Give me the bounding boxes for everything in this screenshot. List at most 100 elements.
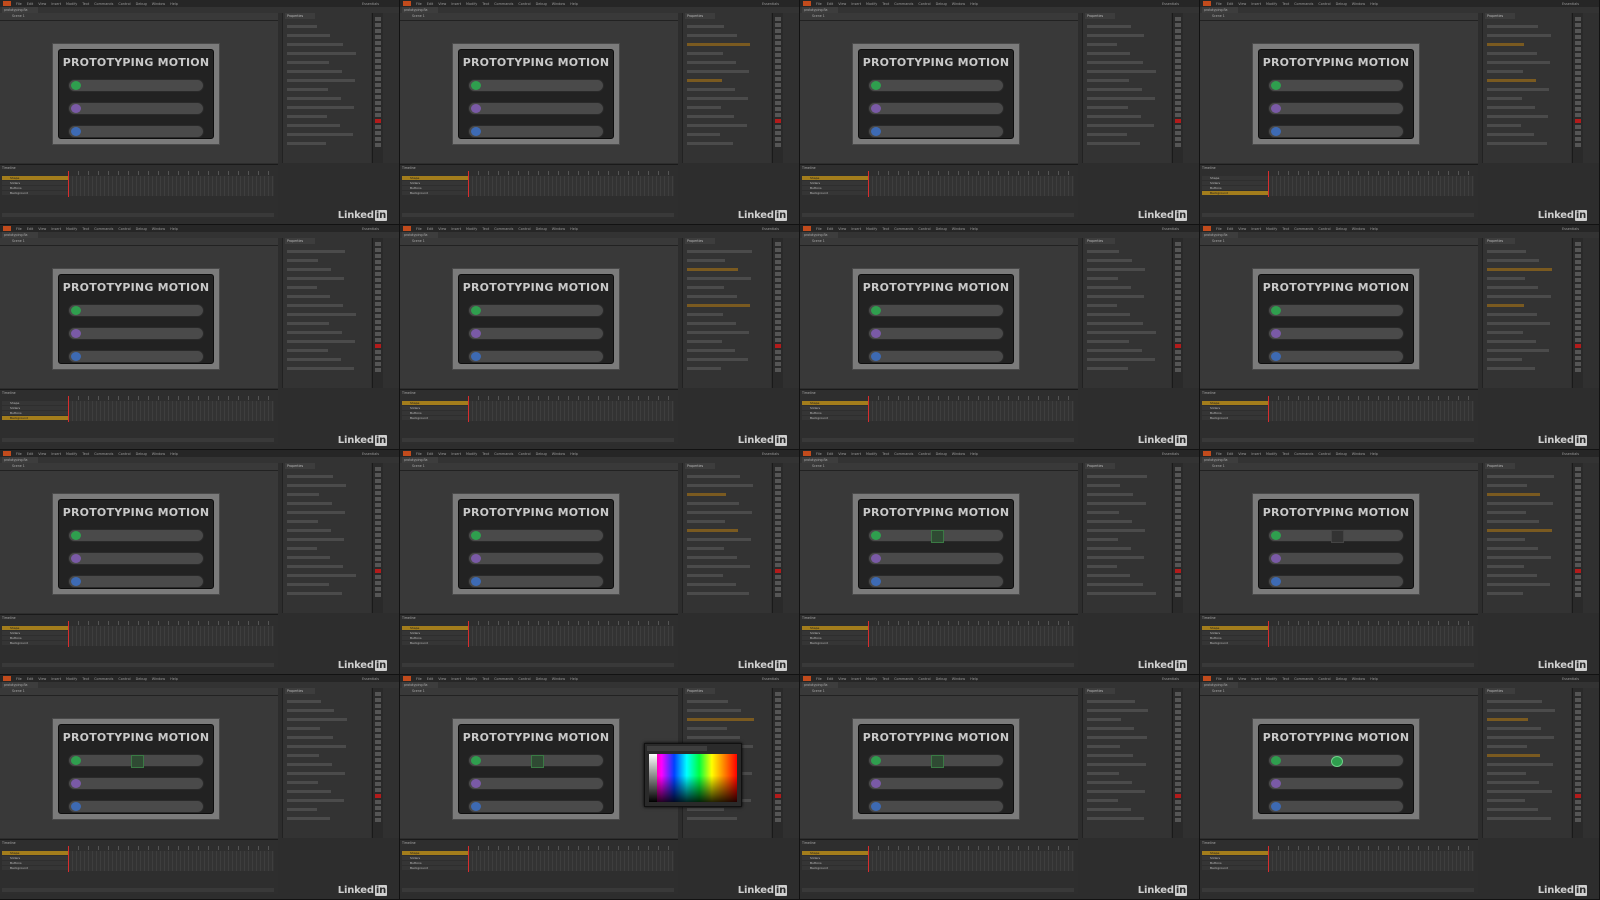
tool-icon[interactable] [1175,527,1181,531]
menu-item[interactable]: Debug [536,677,547,681]
tool-icon[interactable] [1575,527,1581,531]
tool-icon[interactable] [775,716,781,720]
tool-icon[interactable] [1575,41,1581,45]
property-field[interactable] [287,115,327,118]
tool-icon[interactable] [375,338,381,342]
playhead[interactable] [68,396,69,422]
slider-track-purple[interactable] [468,552,604,565]
property-field[interactable] [1087,322,1143,325]
tool-icon[interactable] [775,479,781,483]
tool-icon[interactable] [375,794,381,798]
tool-icon[interactable] [1175,545,1181,549]
tool-icon[interactable] [1175,716,1181,720]
timeline-ruler[interactable] [1268,621,1474,625]
properties-tab[interactable]: Properties [285,238,315,244]
menu-item[interactable]: File [1216,2,1222,6]
property-field[interactable] [687,349,735,352]
property-field[interactable] [687,727,727,730]
timeline-ruler[interactable] [1268,171,1474,175]
property-field[interactable] [287,313,356,316]
drawn-rectangle[interactable] [131,755,144,768]
property-field[interactable] [287,574,356,577]
stage[interactable]: PROTOTYPING MOTION [52,493,220,595]
slider-knob[interactable] [1271,531,1281,540]
property-field[interactable] [287,538,344,541]
stage-area[interactable]: PROTOTYPING MOTION [400,471,678,613]
frame-grid[interactable] [1268,401,1474,421]
tool-icon[interactable] [1575,308,1581,312]
menu-item[interactable]: Insert [51,227,61,231]
slider-track-purple[interactable] [468,327,604,340]
menu-item[interactable]: Control [1318,452,1330,456]
tool-icon[interactable] [1175,734,1181,738]
slider-knob[interactable] [471,802,481,811]
property-field[interactable] [687,556,737,559]
slider-track-green[interactable] [68,754,204,768]
menu-item[interactable]: Insert [851,227,861,231]
property-field[interactable] [1087,700,1135,703]
menu-item[interactable]: Debug [936,2,947,6]
tool-icon[interactable] [1175,53,1181,57]
tool-icon[interactable] [375,527,381,531]
layer-row[interactable]: Background [802,416,868,420]
workspace-switcher[interactable]: Essentials [762,677,779,681]
menu-item[interactable]: Insert [1251,452,1261,456]
slider-knob[interactable] [1271,802,1281,811]
property-field[interactable] [287,52,356,55]
property-field[interactable] [287,106,354,109]
menu-item[interactable]: Insert [51,452,61,456]
menu-item[interactable]: Commands [494,452,513,456]
menu-item[interactable]: Edit [827,677,834,681]
layer-row[interactable]: Shape [402,401,468,405]
menu-item[interactable]: Modify [1266,452,1277,456]
tool-icon[interactable] [1175,818,1181,822]
tool-icon[interactable] [1575,563,1581,567]
property-field[interactable] [1487,124,1521,127]
property-field[interactable] [1487,277,1525,280]
tool-icon[interactable] [1575,248,1581,252]
property-field[interactable] [1087,493,1133,496]
tool-icon[interactable] [375,266,381,270]
tool-icon[interactable] [775,764,781,768]
property-field[interactable] [287,529,331,532]
layer-row[interactable]: Sliders [2,856,68,860]
tool-icon[interactable] [375,776,381,780]
tool-icon[interactable] [375,83,381,87]
timeline-ruler[interactable] [468,621,674,625]
properties-tab[interactable]: Properties [1485,688,1515,694]
slider-knob[interactable] [1271,104,1281,113]
property-field[interactable] [1487,520,1539,523]
slider-track-purple[interactable] [468,102,604,115]
slider-knob[interactable] [471,127,481,136]
slider-track-blue[interactable] [68,575,204,588]
stage[interactable]: PROTOTYPING MOTION [1252,718,1420,820]
tool-icon[interactable] [375,557,381,561]
tool-icon[interactable] [375,533,381,537]
property-field[interactable] [287,124,340,127]
playhead[interactable] [1268,846,1269,872]
tool-icon[interactable] [375,125,381,129]
property-field[interactable] [287,745,346,748]
property-field[interactable] [287,700,321,703]
property-field[interactable] [1087,538,1118,541]
tool-icon[interactable] [1175,260,1181,264]
tool-icon[interactable] [1175,788,1181,792]
tool-icon[interactable] [775,296,781,300]
tool-icon[interactable] [775,770,781,774]
tool-icon[interactable] [1175,704,1181,708]
properties-tab[interactable]: Properties [285,688,315,694]
slider-track-blue[interactable] [868,800,1004,813]
tool-icon[interactable] [775,302,781,306]
stage-area[interactable]: PROTOTYPING MOTION [0,471,278,613]
property-field[interactable] [287,754,319,757]
menu-item[interactable]: Text [482,227,489,231]
layer-row[interactable]: Background [402,191,468,195]
tool-icon[interactable] [775,284,781,288]
property-field[interactable] [287,817,330,820]
property-field[interactable] [687,484,753,487]
menu-item[interactable]: Control [518,2,530,6]
tool-icon[interactable] [375,818,381,822]
property-field[interactable] [1487,43,1524,46]
frame-grid[interactable] [468,851,674,871]
stage-area[interactable]: PROTOTYPING MOTION [800,246,1078,388]
